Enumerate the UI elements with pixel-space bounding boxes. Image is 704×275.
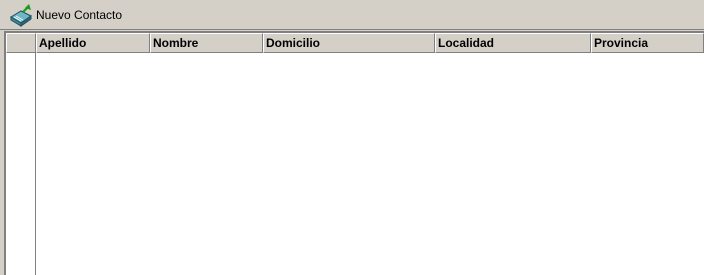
contacts-grid[interactable]: Apellido Nombre Domicilio Localidad Prov… xyxy=(4,31,704,275)
column-header-localidad[interactable]: Localidad xyxy=(435,33,591,53)
column-header-provincia[interactable]: Provincia xyxy=(591,33,704,53)
grid-header: Apellido Nombre Domicilio Localidad Prov… xyxy=(6,33,704,53)
toolbar: Nuevo Contacto xyxy=(0,0,704,30)
row-header-column xyxy=(6,33,36,275)
new-contact-icon xyxy=(9,3,33,27)
column-header-apellido[interactable]: Apellido xyxy=(36,33,150,53)
new-contact-label: Nuevo Contacto xyxy=(36,8,123,22)
column-header-nombre[interactable]: Nombre xyxy=(150,33,263,53)
grid-corner-cell[interactable] xyxy=(6,33,36,53)
new-contact-button[interactable]: Nuevo Contacto xyxy=(9,3,122,27)
column-header-domicilio[interactable]: Domicilio xyxy=(263,33,435,53)
